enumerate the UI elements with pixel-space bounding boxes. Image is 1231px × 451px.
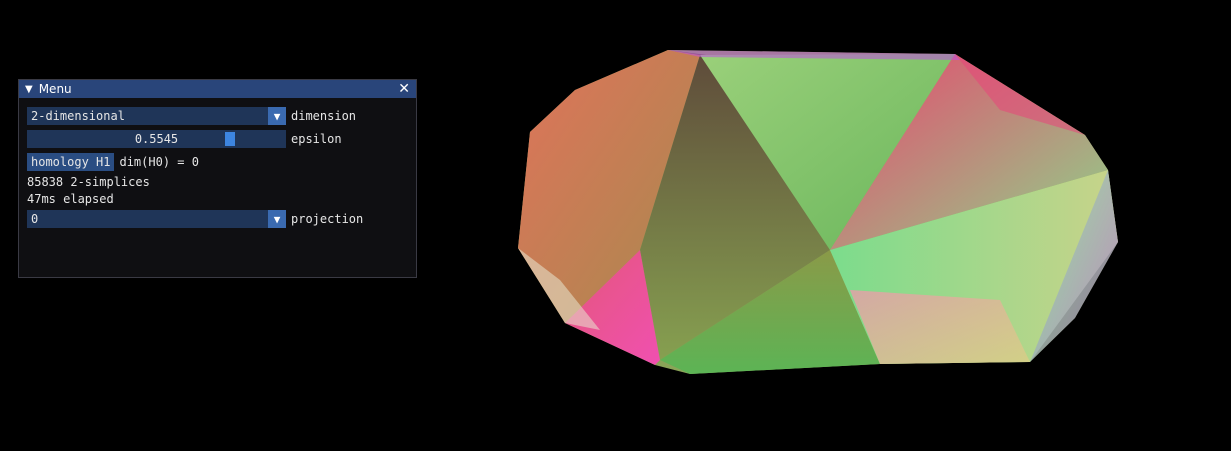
epsilon-value: 0.5545 <box>134 132 179 146</box>
projection-label: projection <box>291 212 364 226</box>
elapsed-time: 47ms elapsed <box>27 192 114 206</box>
chevron-down-icon[interactable]: ▼ <box>268 107 286 125</box>
chevron-down-icon[interactable]: ▼ <box>268 210 286 228</box>
epsilon-slider-grab[interactable] <box>225 132 235 146</box>
projection-row: 0 ▼ projection <box>27 210 363 228</box>
simplices-count: 85838 2-simplices <box>27 175 150 189</box>
menu-window: ▼ Menu ✕ 2-dimensional ▼ dimension 0.554… <box>18 79 417 278</box>
projection-combo[interactable]: 0 ▼ <box>27 210 286 228</box>
homology-button[interactable]: homology H1 <box>27 153 115 171</box>
projection-selected-value: 0 <box>31 212 39 226</box>
dimension-label: dimension <box>291 109 357 123</box>
dimension-row: 2-dimensional ▼ dimension <box>27 107 356 125</box>
epsilon-label: epsilon <box>291 132 342 146</box>
homology-result: dim(H0) = 0 <box>119 155 199 169</box>
dimension-selected-value: 2-dimensional <box>31 109 125 123</box>
collapse-arrow-icon[interactable]: ▼ <box>25 84 33 95</box>
epsilon-slider[interactable]: 0.5545 <box>27 130 286 148</box>
homology-row: homology H1 dim(H0) = 0 <box>27 153 199 171</box>
menu-titlebar[interactable]: ▼ Menu ✕ <box>19 80 416 98</box>
epsilon-row: 0.5545 epsilon <box>27 130 342 148</box>
window-title: Menu <box>38 82 72 96</box>
dimension-combo[interactable]: 2-dimensional ▼ <box>27 107 286 125</box>
close-icon[interactable]: ✕ <box>398 82 410 96</box>
